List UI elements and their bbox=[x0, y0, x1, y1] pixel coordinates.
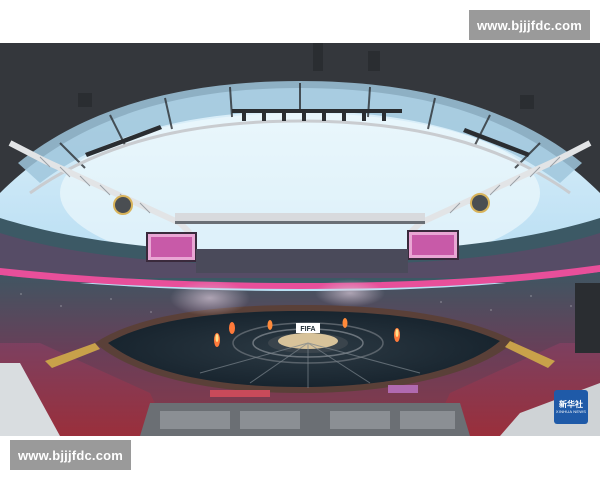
watermark-bottom: www.bjjjfdc.com bbox=[10, 440, 131, 470]
agency-logo-chinese: 新华社 bbox=[559, 399, 583, 409]
watermark-top: www.bjjjfdc.com bbox=[469, 10, 590, 40]
stage-sign: FIFA bbox=[300, 326, 315, 333]
xinhua-news-logo: 新华社 XINHUA NEWS bbox=[554, 390, 588, 424]
agency-logo-english: XINHUA NEWS bbox=[555, 408, 587, 414]
stadium-photo: FIFA bbox=[0, 43, 600, 436]
